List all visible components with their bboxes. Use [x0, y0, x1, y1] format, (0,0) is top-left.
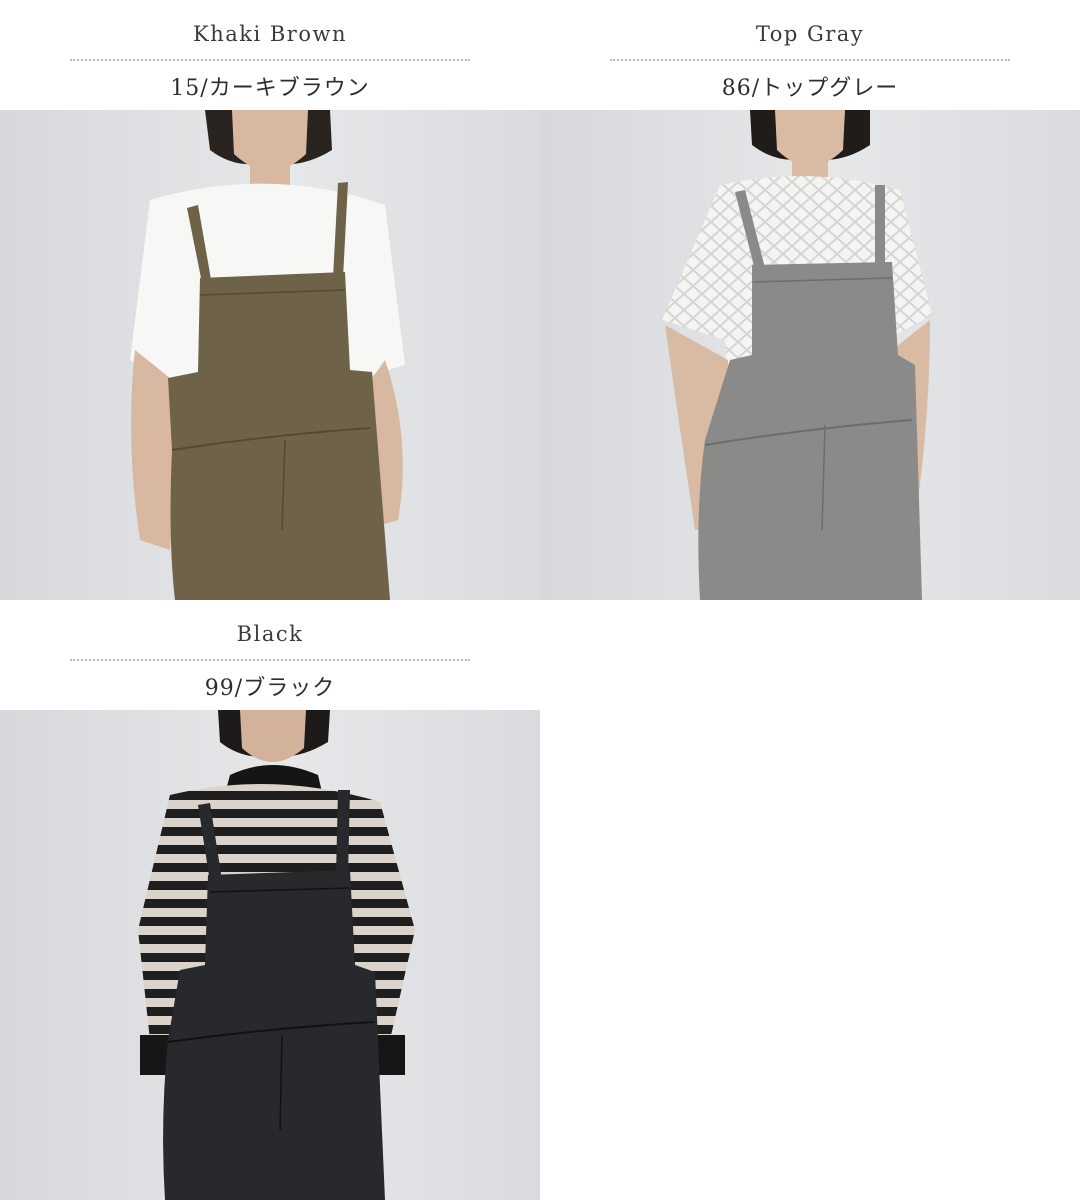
color-name-english: Top Gray [755, 22, 865, 46]
color-card-header: Khaki Brown 15/カーキブラウン [0, 0, 540, 110]
model-illustration [138, 710, 415, 1200]
color-card-header: Black 99/ブラック [0, 600, 540, 710]
model-photo-black [0, 710, 540, 1200]
right-strap [875, 185, 885, 266]
right-strap [336, 790, 350, 875]
model-photo-top-gray [540, 110, 1080, 600]
dotted-divider [70, 659, 470, 661]
color-name-japanese: 99/ブラック [204, 676, 336, 701]
color-name-japanese: 15/カーキブラウン [170, 76, 370, 101]
color-card-khaki-brown: Khaki Brown 15/カーキブラウン [0, 0, 540, 600]
color-card-top-gray: Top Gray 86/トップグレー [540, 0, 1080, 600]
color-card-black: Black 99/ブラック [0, 600, 540, 1200]
model-illustration [130, 110, 405, 600]
model-photo-khaki-brown [0, 110, 540, 600]
dotted-divider [610, 59, 1010, 61]
model-illustration [662, 110, 932, 600]
color-name-japanese: 86/トップグレー [721, 76, 899, 101]
color-card-header: Top Gray 86/トップグレー [540, 0, 1080, 110]
dotted-divider [70, 59, 470, 61]
color-name-english: Khaki Brown [193, 22, 347, 46]
color-variation-grid: Khaki Brown 15/カーキブラウン Top Gray 86/トップグレ… [0, 0, 1080, 1200]
color-name-english: Black [236, 622, 304, 646]
